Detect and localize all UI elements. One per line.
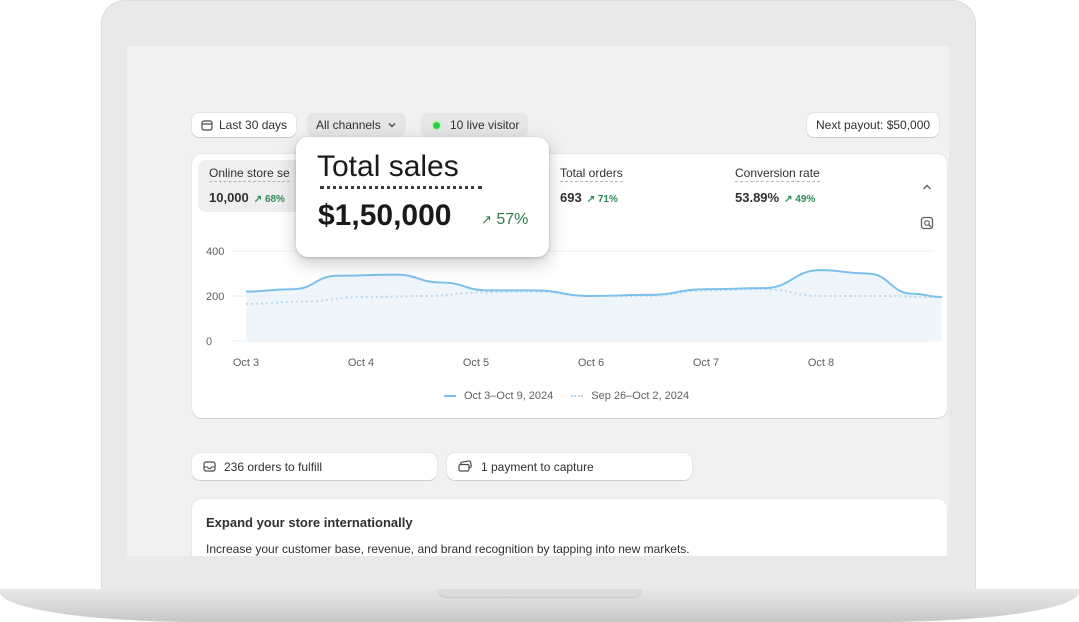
laptop-notch [437,589,642,598]
channels-dropdown[interactable]: All channels [307,113,406,137]
y-tick-label: 200 [206,291,224,303]
legend-swatch-previous [571,395,584,397]
x-tick-label: Oct 8 [808,357,834,369]
expand-internationally-card: Expand your store internationally Increa… [192,499,947,556]
dashboard-screen: Last 30 days All channels 10 live visito… [127,46,949,556]
x-tick-label: Oct 7 [693,357,719,369]
y-tick-label: 0 [206,336,212,348]
live-indicator [433,121,440,129]
tooltip-title-underline [320,186,482,189]
orders-to-fulfill-label: 236 orders to fulfill [224,459,323,474]
banner-title: Expand your store internationally [206,515,413,530]
next-payout-label: Next payout: $50,000 [816,118,931,132]
live-visitors-label: 10 live visitor [450,118,520,132]
x-tick-label: Oct 3 [233,357,259,369]
payment-to-capture-button[interactable]: 1 payment to capture [447,453,692,480]
tooltip-title: Total sales [317,150,459,183]
tooltip-value: $1,50,000 [318,199,452,232]
tooltip-change: ↗ 57% [481,211,528,229]
cash-icon [458,460,472,472]
calendar-icon [201,120,213,131]
date-range-button[interactable]: Last 30 days [192,113,297,137]
legend-label-current: Oct 3–Oct 9, 2024 [464,390,554,402]
x-tick-label: Oct 5 [463,357,489,369]
next-payout-button[interactable]: Next payout: $50,000 [807,113,940,137]
live-visitors-button[interactable]: 10 live visitor [421,113,529,137]
payment-to-capture-label: 1 payment to capture [481,459,594,474]
arrow-up-right-icon: ↗ [481,212,492,227]
x-tick-label: Oct 4 [348,357,374,369]
chart-legend: Oct 3–Oct 9, 2024 Sep 26–Oct 2, 2024 [444,390,689,402]
x-tick-label: Oct 6 [578,357,604,369]
y-tick-label: 400 [206,246,224,258]
tooltip-change-value: 57% [496,211,529,228]
legend-label-previous: Sep 26–Oct 2, 2024 [591,390,690,402]
banner-text: Increase your customer base, revenue, an… [206,542,690,556]
legend-swatch-current [444,395,456,397]
total-sales-tooltip: Total sales $1,50,000 ↗ 57% [296,137,549,257]
channels-label: All channels [316,118,381,132]
date-range-label: Last 30 days [219,118,288,132]
series-area-current [246,270,942,341]
orders-to-fulfill-button[interactable]: 236 orders to fulfill [192,453,437,480]
inbox-icon [203,461,216,472]
chevron-down-icon [388,123,396,128]
